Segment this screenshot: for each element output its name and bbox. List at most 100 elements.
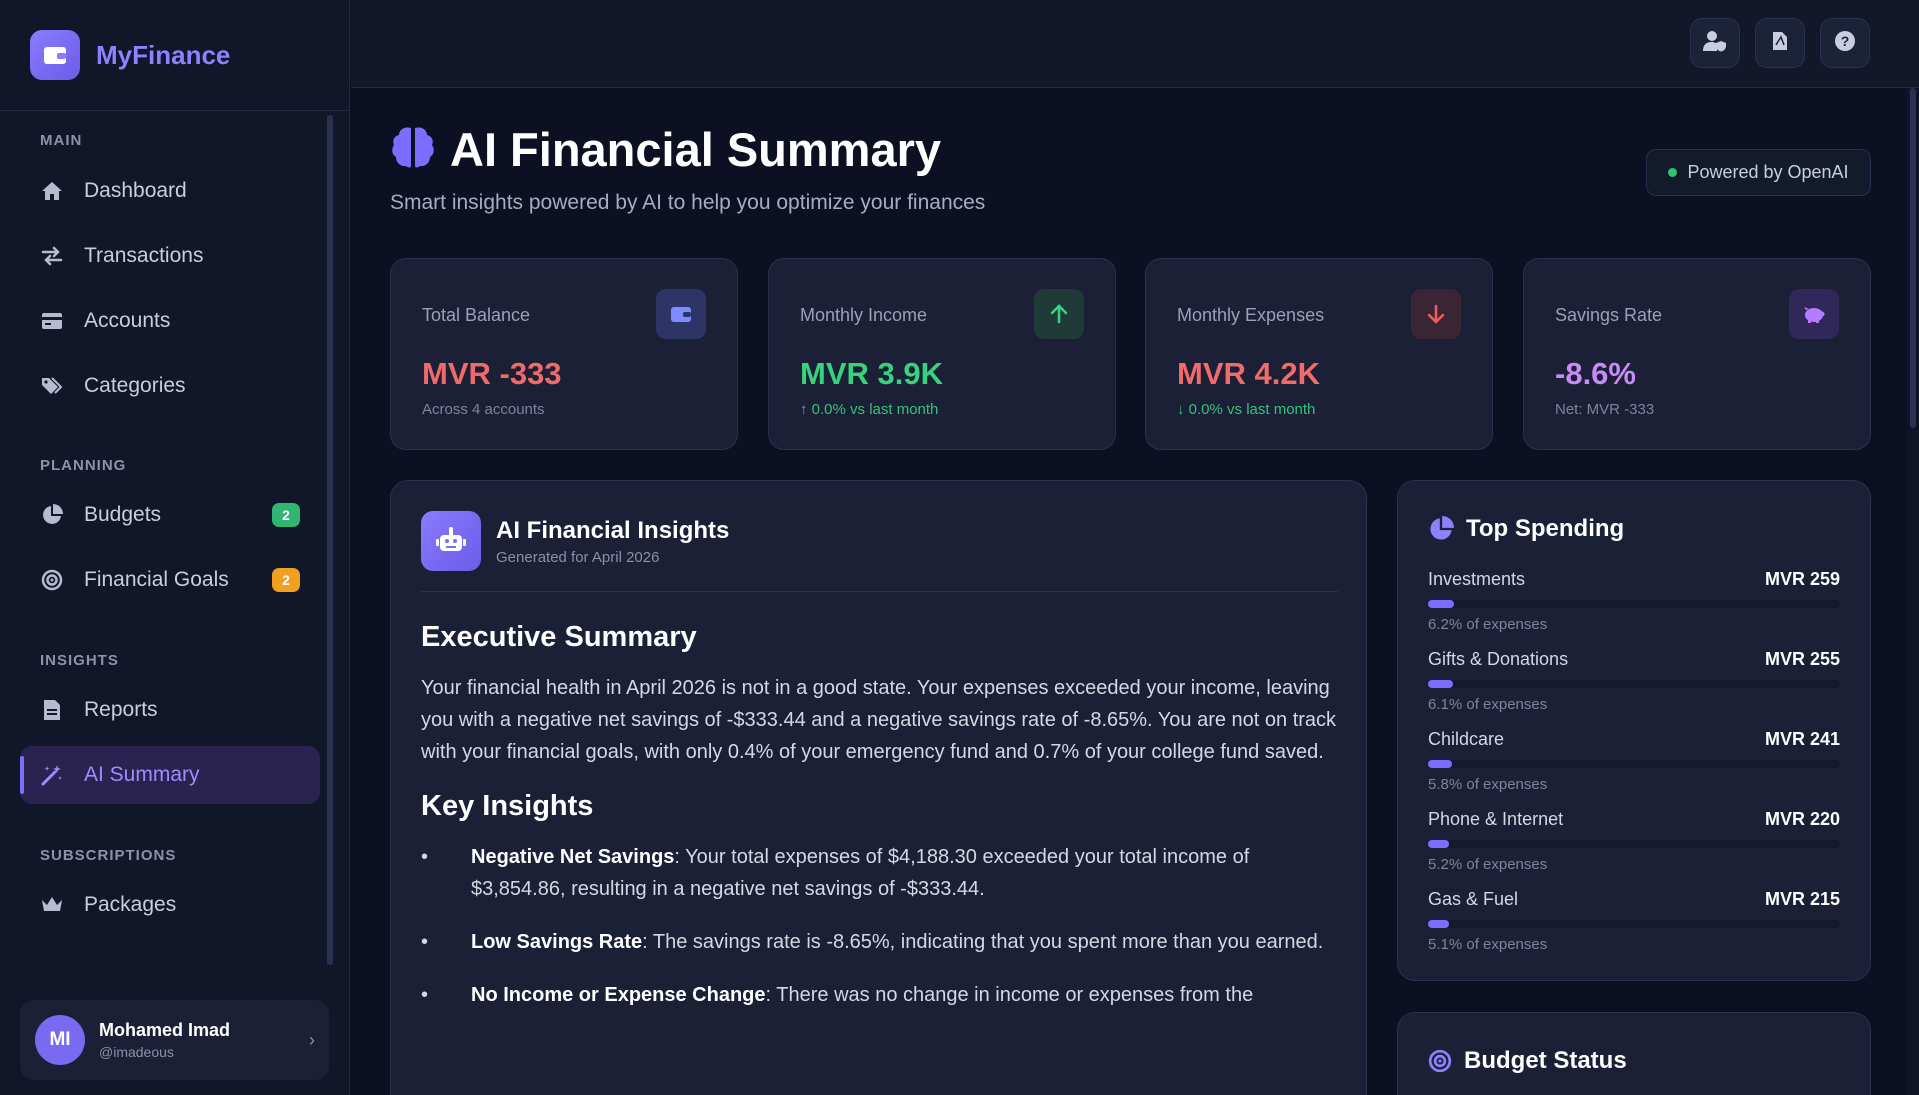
- executive-summary-heading: Executive Summary: [421, 621, 697, 653]
- stat-sub: ↓ 0.0% vs last month: [1177, 401, 1315, 418]
- sidebar-item-label: Packages: [84, 893, 177, 916]
- pie-chart-icon: [40, 503, 64, 527]
- sidebar-scrollbar[interactable]: [327, 115, 333, 965]
- magic-wand-icon: [40, 763, 64, 787]
- exchange-icon: [40, 244, 64, 268]
- stat-sub: Across 4 accounts: [422, 401, 545, 418]
- crown-icon: [40, 893, 64, 917]
- stat-sub: ↑ 0.0% vs last month: [800, 401, 938, 418]
- spending-bar: [1428, 760, 1840, 768]
- arrow-down-small-icon: ↓: [1177, 401, 1185, 418]
- avatar: MI: [35, 1015, 85, 1065]
- spending-category: Gas & Fuel: [1428, 889, 1519, 909]
- stat-value: MVR 4.2K: [1177, 356, 1320, 391]
- spending-amount: MVR 255: [1764, 649, 1840, 669]
- sidebar-item-label: Reports: [84, 698, 158, 721]
- spending-percent: 6.1% of expenses: [1428, 696, 1548, 713]
- help-button[interactable]: ?: [1820, 18, 1870, 68]
- sidebar-item-reports[interactable]: Reports: [20, 681, 320, 739]
- ai-insights-body: Executive Summary Your financial health …: [421, 621, 1338, 1032]
- brand[interactable]: MyFinance: [0, 0, 349, 111]
- sidebar-item-label: Transactions: [84, 244, 204, 267]
- budget-status-title: Budget Status: [1428, 1047, 1627, 1075]
- top-spending-card: Top Spending Investments MVR 259 6.2% of …: [1397, 480, 1871, 981]
- spending-bar: [1428, 600, 1840, 608]
- sidebar-item-financial-goals[interactable]: Financial Goals 2: [20, 551, 320, 609]
- stat-sub-text: 0.0% vs last month: [811, 401, 939, 418]
- arrow-up-small-icon: ↑: [800, 401, 808, 418]
- file-icon: [40, 698, 64, 722]
- stat-label: Total Balance: [422, 305, 531, 325]
- page-scrollbar-thumb[interactable]: [1910, 88, 1916, 428]
- sidebar-item-label: Accounts: [84, 309, 171, 332]
- spending-percent: 5.1% of expenses: [1428, 936, 1548, 953]
- sidebar-item-transactions[interactable]: Transactions: [20, 227, 320, 285]
- export-pdf-button[interactable]: [1755, 18, 1805, 68]
- sidebar-item-dashboard[interactable]: Dashboard: [20, 162, 320, 220]
- ai-insights-title: AI Financial Insights: [496, 516, 730, 544]
- svg-text:?: ?: [1841, 33, 1850, 49]
- spending-bar: [1428, 840, 1840, 848]
- user-shield-icon: [1703, 30, 1727, 57]
- user-shield-button[interactable]: [1690, 18, 1740, 68]
- piggy-bank-icon: [1789, 289, 1839, 339]
- list-item: Childcare MVR 241 5.8% of expenses: [1428, 729, 1840, 793]
- goals-count-badge: 2: [272, 568, 300, 592]
- home-icon: [40, 179, 64, 203]
- list-item: Gifts & Donations MVR 255 6.1% of expense…: [1428, 649, 1840, 713]
- sidebar-item-accounts[interactable]: Accounts: [20, 292, 320, 350]
- spending-percent: 5.2% of expenses: [1428, 856, 1548, 873]
- stat-card-savings-rate: Savings Rate -8.6% Net: MVR -333: [1523, 258, 1871, 450]
- sidebar-item-budgets[interactable]: Budgets 2: [20, 486, 320, 544]
- help-icon: ?: [1834, 30, 1856, 57]
- insight-title: No Income or Expense Change: [471, 984, 766, 1006]
- page-scrollbar[interactable]: [1907, 88, 1919, 1095]
- robot-icon: [421, 511, 481, 571]
- sidebar-item-categories[interactable]: Categories: [20, 357, 320, 415]
- stat-value: -8.6%: [1555, 356, 1636, 391]
- spending-amount: MVR 220: [1764, 809, 1840, 829]
- sidebar-item-label: Budgets: [84, 503, 162, 526]
- brand-name: MyFinance: [96, 39, 231, 70]
- section-label-subscriptions: SUBSCRIPTIONS: [40, 847, 177, 864]
- executive-summary-text: Your financial health in April 2026 is n…: [421, 677, 1337, 763]
- file-pdf-icon: [1772, 31, 1788, 56]
- sidebar-item-label: AI Summary: [84, 763, 200, 786]
- user-profile[interactable]: MI Mohamed Imad @imadeous ›: [20, 1000, 329, 1080]
- user-name: Mohamed Imad: [99, 1020, 231, 1040]
- top-spending-title: Top Spending: [1428, 515, 1624, 543]
- sidebar-item-ai-summary[interactable]: AI Summary: [20, 746, 320, 804]
- user-handle: @imadeous: [99, 1044, 174, 1060]
- topbar: ?: [351, 0, 1919, 88]
- target-icon: [40, 568, 64, 592]
- sidebar-item-packages[interactable]: Packages: [20, 876, 320, 934]
- list-item: Negative Net Savings: Your total expense…: [421, 841, 1338, 905]
- chevron-right-icon: ›: [309, 1029, 315, 1050]
- insight-text: : There was no change in income or expen…: [765, 984, 1254, 1006]
- stat-label: Monthly Income: [800, 305, 928, 325]
- list-item: Phone & Internet MVR 220 5.2% of expenses: [1428, 809, 1840, 873]
- pie-chart-icon: [1428, 516, 1454, 542]
- stat-label: Monthly Expenses: [1177, 305, 1325, 325]
- spending-category: Childcare: [1428, 729, 1505, 749]
- list-item: Low Savings Rate: The savings rate is -8…: [421, 926, 1338, 958]
- wallet-icon: [30, 30, 80, 80]
- stat-card-monthly-income: Monthly Income MVR 3.9K ↑ 0.0% vs last m…: [768, 258, 1116, 450]
- arrow-down-icon: [1411, 289, 1461, 339]
- sidebar: MyFinance MAIN Dashboard Transactions Ac…: [0, 0, 350, 1095]
- spending-category: Investments: [1428, 569, 1526, 589]
- spending-bar: [1428, 680, 1840, 688]
- list-item: Investments MVR 259 6.2% of expenses: [1428, 569, 1840, 633]
- list-item: No Income or Expense Change: There was n…: [421, 979, 1338, 1011]
- powered-by-text: Powered by OpenAI: [1687, 162, 1849, 182]
- spending-percent: 6.2% of expenses: [1428, 616, 1548, 633]
- ai-insights-header: AI Financial Insights Generated for Apri…: [421, 511, 729, 571]
- spending-category: Gifts & Donations: [1428, 649, 1569, 669]
- spending-bar-fill: [1428, 600, 1454, 608]
- ai-insights-generated: Generated for April 2026: [496, 548, 660, 566]
- page-title-text: AI Financial Summary: [450, 123, 942, 176]
- arrow-up-icon: [1034, 289, 1084, 339]
- list-item: Gas & Fuel MVR 215 5.1% of expenses: [1428, 889, 1840, 953]
- ai-insights-card: AI Financial Insights Generated for Apri…: [390, 480, 1367, 1095]
- top-spending-title-text: Top Spending: [1466, 515, 1625, 542]
